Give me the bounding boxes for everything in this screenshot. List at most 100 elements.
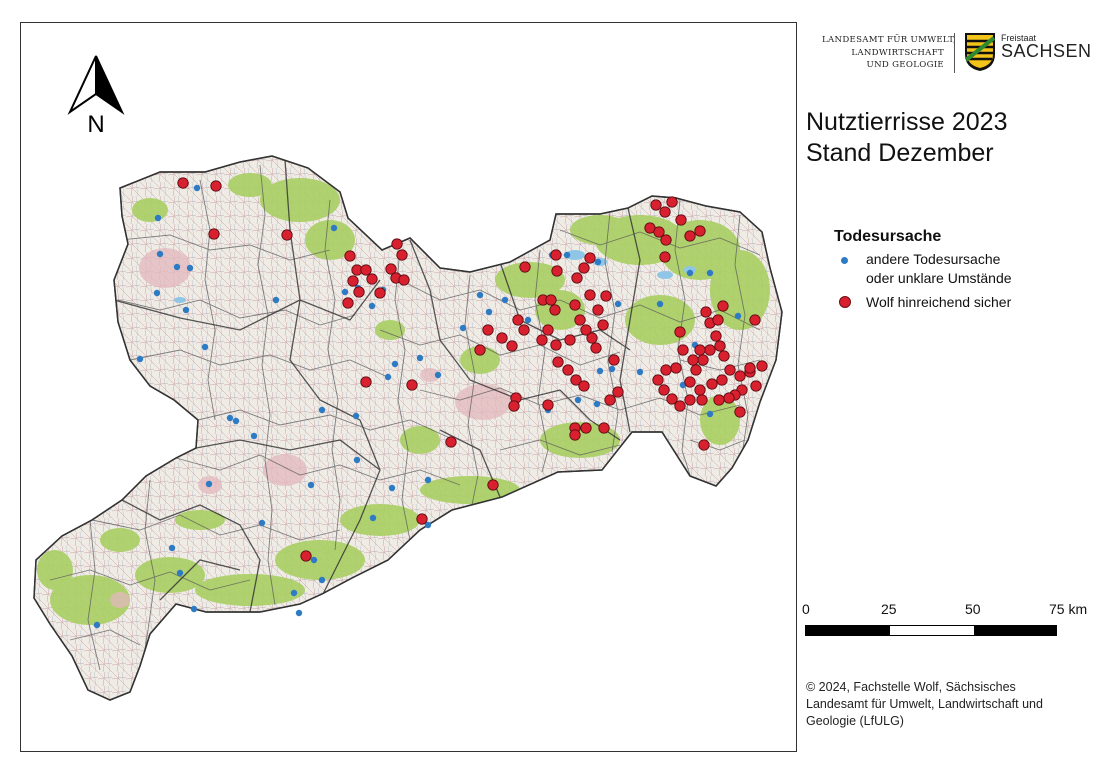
other-cause-point <box>258 519 266 527</box>
other-cause-point <box>388 484 396 492</box>
other-cause-point <box>341 288 349 296</box>
wolf-point <box>718 350 730 362</box>
scale-tick-0: 0 <box>802 601 810 617</box>
wolf-point <box>518 324 530 336</box>
legend-other-line1: andere Todesursache <box>866 251 1001 267</box>
wolf-point <box>506 340 518 352</box>
wolf-point <box>545 294 557 306</box>
other-cause-point <box>485 308 493 316</box>
wolf-point <box>592 304 604 316</box>
wolf-point <box>652 374 664 386</box>
wolf-point <box>677 344 689 356</box>
wolf-point <box>396 249 408 261</box>
wolf-point <box>482 324 494 336</box>
other-cause-point <box>136 355 144 363</box>
saxony-crest-icon <box>964 33 996 71</box>
other-cause-point <box>706 269 714 277</box>
other-cause-point <box>368 302 376 310</box>
agency-line1: LANDESAMT FÜR UMWELT, <box>822 35 957 45</box>
other-cause-point <box>176 569 184 577</box>
other-cause-point <box>295 609 303 617</box>
other-cause-point <box>318 406 326 414</box>
wolf-point <box>660 364 672 376</box>
other-cause-point <box>190 605 198 613</box>
other-cause-point <box>250 432 258 440</box>
wolf-point <box>550 249 562 261</box>
wolf-point <box>598 422 610 434</box>
wolf-point <box>700 306 712 318</box>
wolf-point <box>406 379 418 391</box>
wolf-point <box>597 319 609 331</box>
wolf-point <box>571 272 583 284</box>
other-cause-point <box>384 373 392 381</box>
wolf-point <box>512 314 524 326</box>
other-cause-point <box>272 296 280 304</box>
other-cause-point <box>226 414 234 422</box>
wolf-point <box>694 384 706 396</box>
wolf-point <box>496 332 508 344</box>
credit-line1: © 2024, Fachstelle Wolf, Sächsisches <box>806 680 1016 694</box>
other-cause-point <box>290 589 298 597</box>
other-cause-point <box>593 400 601 408</box>
wolf-point <box>344 250 356 262</box>
map-title: Nutztierrisse 2023 Stand Dezember <box>806 107 1007 169</box>
state-label-big: SACHSEN <box>1001 41 1092 61</box>
wolf-point <box>608 354 620 366</box>
wolf-point <box>578 262 590 274</box>
wolf-point <box>710 330 722 342</box>
wolf-point <box>690 364 702 376</box>
other-cause-point <box>594 258 602 266</box>
other-cause-point <box>232 417 240 425</box>
wolf-point <box>300 550 312 562</box>
other-cause-point <box>173 263 181 271</box>
wolf-point <box>177 177 189 189</box>
other-cause-point <box>524 316 532 324</box>
wolf-point <box>569 429 581 441</box>
wolf-point <box>586 332 598 344</box>
scale-tick-25: 25 <box>881 601 897 617</box>
wolf-point <box>578 380 590 392</box>
wolf-point <box>744 362 756 374</box>
north-arrow-icon <box>67 55 125 115</box>
wolf-point <box>674 326 686 338</box>
wolf-point <box>659 251 671 263</box>
wolf-point <box>756 360 768 372</box>
wolf-point <box>536 334 548 346</box>
wolf-point <box>360 376 372 388</box>
other-cause-point <box>93 621 101 629</box>
other-cause-point <box>193 184 201 192</box>
wolf-point <box>713 394 725 406</box>
wolf-point <box>734 370 746 382</box>
wolf-point <box>519 261 531 273</box>
wolf-point <box>562 364 574 376</box>
wolf-point <box>666 196 678 208</box>
wolf-point <box>487 479 499 491</box>
wolf-point <box>550 339 562 351</box>
legend-other-marker <box>841 257 848 264</box>
other-cause-point <box>636 368 644 376</box>
wolf-point <box>750 380 762 392</box>
wolf-point <box>552 356 564 368</box>
other-cause-point <box>318 576 326 584</box>
wolf-point <box>684 230 696 242</box>
wolf-point <box>281 229 293 241</box>
other-cause-point <box>205 480 213 488</box>
other-cause-point <box>201 343 209 351</box>
other-cause-point <box>614 300 622 308</box>
wolf-point <box>716 374 728 386</box>
other-cause-point <box>734 312 742 320</box>
other-cause-point <box>353 456 361 464</box>
wolf-point <box>734 406 746 418</box>
other-cause-point <box>686 269 694 277</box>
wolf-point <box>360 264 372 276</box>
other-cause-point <box>153 289 161 297</box>
wolf-point <box>366 273 378 285</box>
wolf-point <box>660 234 672 246</box>
other-cause-point <box>307 481 315 489</box>
other-cause-point <box>459 324 467 332</box>
wolf-point <box>697 354 709 366</box>
wolf-point <box>674 400 686 412</box>
agency-line2: LANDWIRTSCHAFT <box>851 47 944 58</box>
wolf-point <box>723 392 735 404</box>
wolf-point <box>353 286 365 298</box>
